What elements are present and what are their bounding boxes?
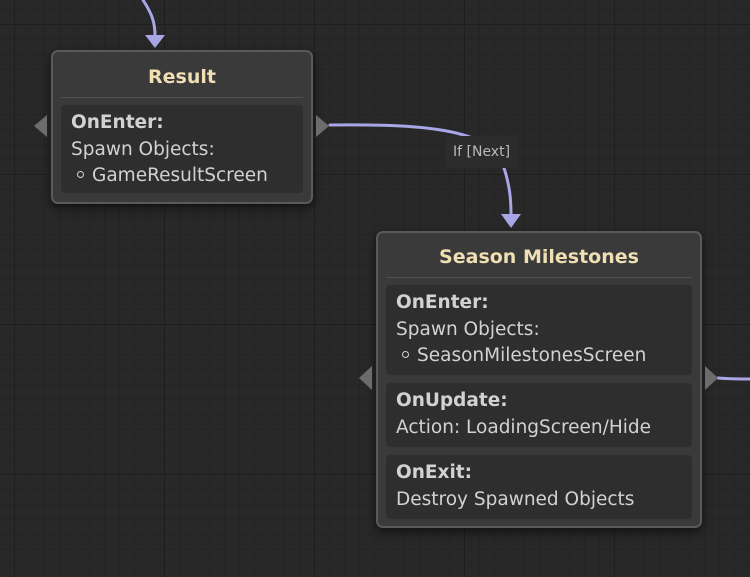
output-port-arrow-icon[interactable]	[704, 366, 720, 390]
title-divider	[386, 277, 692, 278]
bullet-icon	[402, 351, 409, 358]
on-exit-header: OnExit:	[396, 462, 473, 483]
spawn-object-name: SeasonMilestonesScreen	[417, 345, 647, 366]
transition-condition-label[interactable]: If [Next]	[445, 136, 519, 168]
title-divider	[61, 97, 303, 98]
on-enter-header: OnEnter:	[71, 112, 164, 133]
on-enter-header: OnEnter:	[396, 292, 489, 313]
on-update-header: OnUpdate:	[396, 390, 508, 411]
state-node-season-milestones[interactable]: Season Milestones OnEnter: Spawn Objects…	[376, 231, 702, 528]
node-title: Result	[148, 66, 216, 88]
bullet-icon	[77, 171, 84, 178]
on-exit-section: OnExit: Destroy Spawned Objects	[386, 455, 692, 519]
on-enter-section: OnEnter: Spawn Objects: GameResultScreen	[61, 105, 303, 193]
spawn-object-name: GameResultScreen	[92, 165, 268, 186]
output-port-arrow-icon[interactable]	[315, 115, 331, 137]
state-node-result[interactable]: Result OnEnter: Spawn Objects: GameResul…	[51, 50, 313, 204]
input-port-arrow-icon[interactable]	[358, 366, 374, 390]
incoming-edge-arrow-icon	[145, 35, 165, 48]
spawn-objects-label: Spawn Objects:	[396, 318, 540, 340]
incoming-edge[interactable]	[141, 0, 157, 38]
spawn-object-item: SeasonMilestonesScreen	[396, 343, 682, 370]
node-title: Season Milestones	[439, 246, 639, 268]
transition-edge-arrow-icon	[501, 214, 521, 228]
input-port-arrow-icon[interactable]	[33, 115, 49, 137]
on-exit-action: Destroy Spawned Objects	[396, 488, 635, 510]
graph-canvas[interactable]: If [Next] Result OnEnter: Spawn Objects:…	[0, 0, 750, 577]
on-update-section: OnUpdate: Action: LoadingScreen/Hide	[386, 383, 692, 447]
outgoing-edge[interactable]	[716, 376, 750, 381]
on-enter-section: OnEnter: Spawn Objects: SeasonMilestones…	[386, 285, 692, 375]
on-update-action: Action: LoadingScreen/Hide	[396, 416, 652, 438]
spawn-object-item: GameResultScreen	[71, 163, 293, 190]
spawn-objects-label: Spawn Objects:	[71, 138, 215, 160]
